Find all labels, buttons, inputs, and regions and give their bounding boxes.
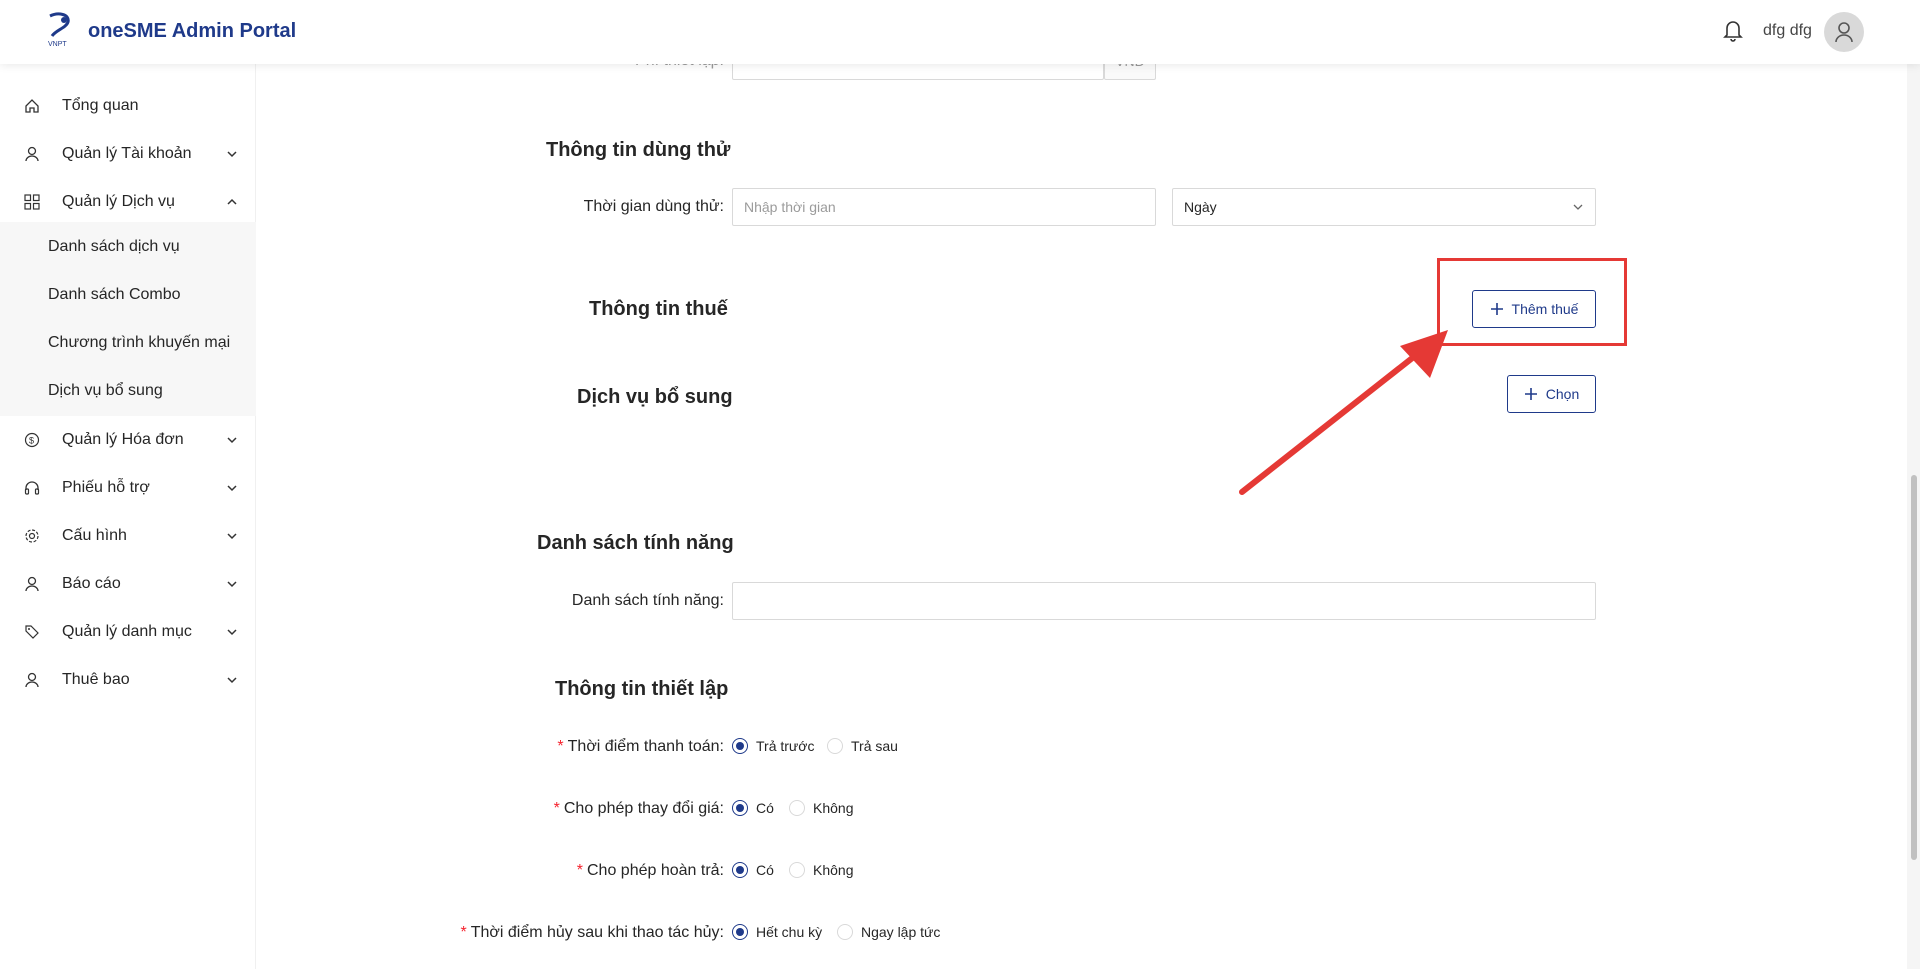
sidebar-item-subscriptions[interactable]: Thuê bao bbox=[0, 656, 256, 704]
plus-icon bbox=[1524, 388, 1537, 400]
sidebar-item-reports[interactable]: Báo cáo bbox=[0, 560, 256, 608]
cancel-time-label: * Thời điểm hủy sau khi thao tác hủy: bbox=[460, 924, 724, 941]
feature-list-input[interactable] bbox=[732, 582, 1596, 620]
section-tax-info: Thông tin thuế bbox=[589, 298, 728, 320]
svg-text:$: $ bbox=[29, 436, 34, 446]
sidebar-item-accounts[interactable]: Quản lý Tài khoản bbox=[0, 130, 256, 178]
sidebar-item-label: Phiếu hỗ trợ bbox=[62, 479, 150, 496]
user-name[interactable]: dfg dfg bbox=[1763, 22, 1812, 40]
sidebar-item-label: Quản lý Dịch vụ bbox=[62, 193, 175, 210]
radio-postpaid[interactable]: Trả sau bbox=[827, 738, 898, 754]
trial-time-label: Thời gian dùng thử: bbox=[583, 198, 724, 215]
section-trial-info: Thông tin dùng thử bbox=[546, 139, 731, 161]
home-icon bbox=[24, 98, 40, 114]
notification-bell-icon[interactable] bbox=[1722, 18, 1744, 42]
avatar[interactable] bbox=[1824, 12, 1864, 52]
annotation-arrow-icon bbox=[1239, 330, 1448, 495]
sidebar-item-support-tickets[interactable]: Phiếu hỗ trợ bbox=[0, 464, 256, 512]
sidebar-item-label: Cấu hình bbox=[62, 527, 127, 544]
feature-list-label: Danh sách tính năng: bbox=[571, 592, 724, 609]
trial-time-input[interactable]: Nhập thời gian bbox=[732, 188, 1156, 226]
radio-change-price-yes[interactable]: Có bbox=[732, 800, 774, 816]
trial-unit-select[interactable]: Ngày bbox=[1172, 188, 1596, 226]
gear-icon bbox=[24, 528, 40, 544]
submenu-combo-list[interactable]: Danh sách Combo bbox=[48, 286, 181, 304]
chevron-down-icon bbox=[1573, 204, 1583, 210]
sidebar-item-label: Thuê bao bbox=[62, 671, 130, 688]
choose-addon-button[interactable]: Chọn bbox=[1507, 375, 1596, 413]
sidebar: Tổng quan Quản lý Tài khoản Quản lý Dịch… bbox=[0, 64, 256, 969]
user-icon bbox=[24, 146, 40, 162]
tag-icon bbox=[24, 624, 40, 640]
user-icon bbox=[24, 672, 40, 688]
user-icon bbox=[1835, 22, 1853, 43]
sidebar-item-invoices[interactable]: $ Quản lý Hóa đơn bbox=[0, 416, 256, 464]
sidebar-item-services[interactable]: Quản lý Dịch vụ bbox=[0, 178, 256, 226]
sidebar-item-label: Báo cáo bbox=[62, 575, 121, 592]
radio-cancel-end-cycle[interactable]: Hết chu kỳ bbox=[732, 924, 822, 940]
change-price-label: * Cho phép thay đổi giá: bbox=[553, 800, 724, 817]
trial-unit-value: Ngày bbox=[1184, 199, 1217, 215]
section-setup-info: Thông tin thiết lập bbox=[555, 678, 729, 700]
radio-refund-no[interactable]: Không bbox=[789, 862, 853, 878]
section-feature-list: Danh sách tính năng bbox=[537, 532, 734, 554]
payment-time-label: * Thời điểm thanh toán: bbox=[557, 738, 724, 755]
grid-icon bbox=[24, 194, 40, 210]
headset-icon bbox=[24, 480, 40, 496]
radio-refund-yes[interactable]: Có bbox=[732, 862, 774, 878]
sidebar-item-label: Quản lý Tài khoản bbox=[62, 145, 192, 162]
user-icon bbox=[24, 576, 40, 592]
chevron-up-icon bbox=[227, 198, 237, 205]
logo-text: VNPT bbox=[48, 41, 67, 48]
app-title[interactable]: oneSME Admin Portal bbox=[88, 20, 296, 43]
section-addon-services: Dịch vụ bổ sung bbox=[577, 386, 733, 408]
highlight-box bbox=[1437, 258, 1627, 346]
scrollbar-thumb[interactable] bbox=[1911, 475, 1917, 860]
sidebar-item-label: Quản lý danh mục bbox=[62, 623, 192, 640]
sidebar-item-overview[interactable]: Tổng quan bbox=[0, 82, 256, 130]
chevron-down-icon bbox=[227, 677, 237, 684]
refund-label: * Cho phép hoàn trả: bbox=[576, 862, 724, 879]
radio-change-price-no[interactable]: Không bbox=[789, 800, 853, 816]
radio-prepaid[interactable]: Trả trước bbox=[732, 738, 814, 754]
submenu-service-list[interactable]: Danh sách dịch vụ bbox=[48, 238, 180, 256]
chevron-down-icon bbox=[227, 151, 237, 158]
top-header: VNPT oneSME Admin Portal dfg dfg bbox=[0, 0, 1920, 64]
sidebar-item-label: Tổng quan bbox=[62, 97, 139, 114]
radio-cancel-immediately[interactable]: Ngay lập tức bbox=[837, 924, 940, 940]
chevron-down-icon bbox=[227, 437, 237, 444]
vnpt-logo[interactable]: VNPT bbox=[44, 12, 78, 48]
sidebar-item-categories[interactable]: Quản lý danh mục bbox=[0, 608, 256, 656]
chevron-down-icon bbox=[227, 485, 237, 492]
chevron-down-icon bbox=[227, 581, 237, 588]
chevron-down-icon bbox=[227, 629, 237, 636]
chevron-down-icon bbox=[227, 533, 237, 540]
choose-button-label: Chọn bbox=[1545, 386, 1580, 402]
dollar-icon: $ bbox=[24, 432, 40, 448]
submenu-addon-services[interactable]: Dịch vụ bổ sung bbox=[48, 382, 163, 400]
sidebar-item-label: Quản lý Hóa đơn bbox=[62, 431, 184, 448]
submenu-promotions[interactable]: Chương trình khuyến mại bbox=[48, 334, 230, 352]
sidebar-item-settings[interactable]: Cấu hình bbox=[0, 512, 256, 560]
